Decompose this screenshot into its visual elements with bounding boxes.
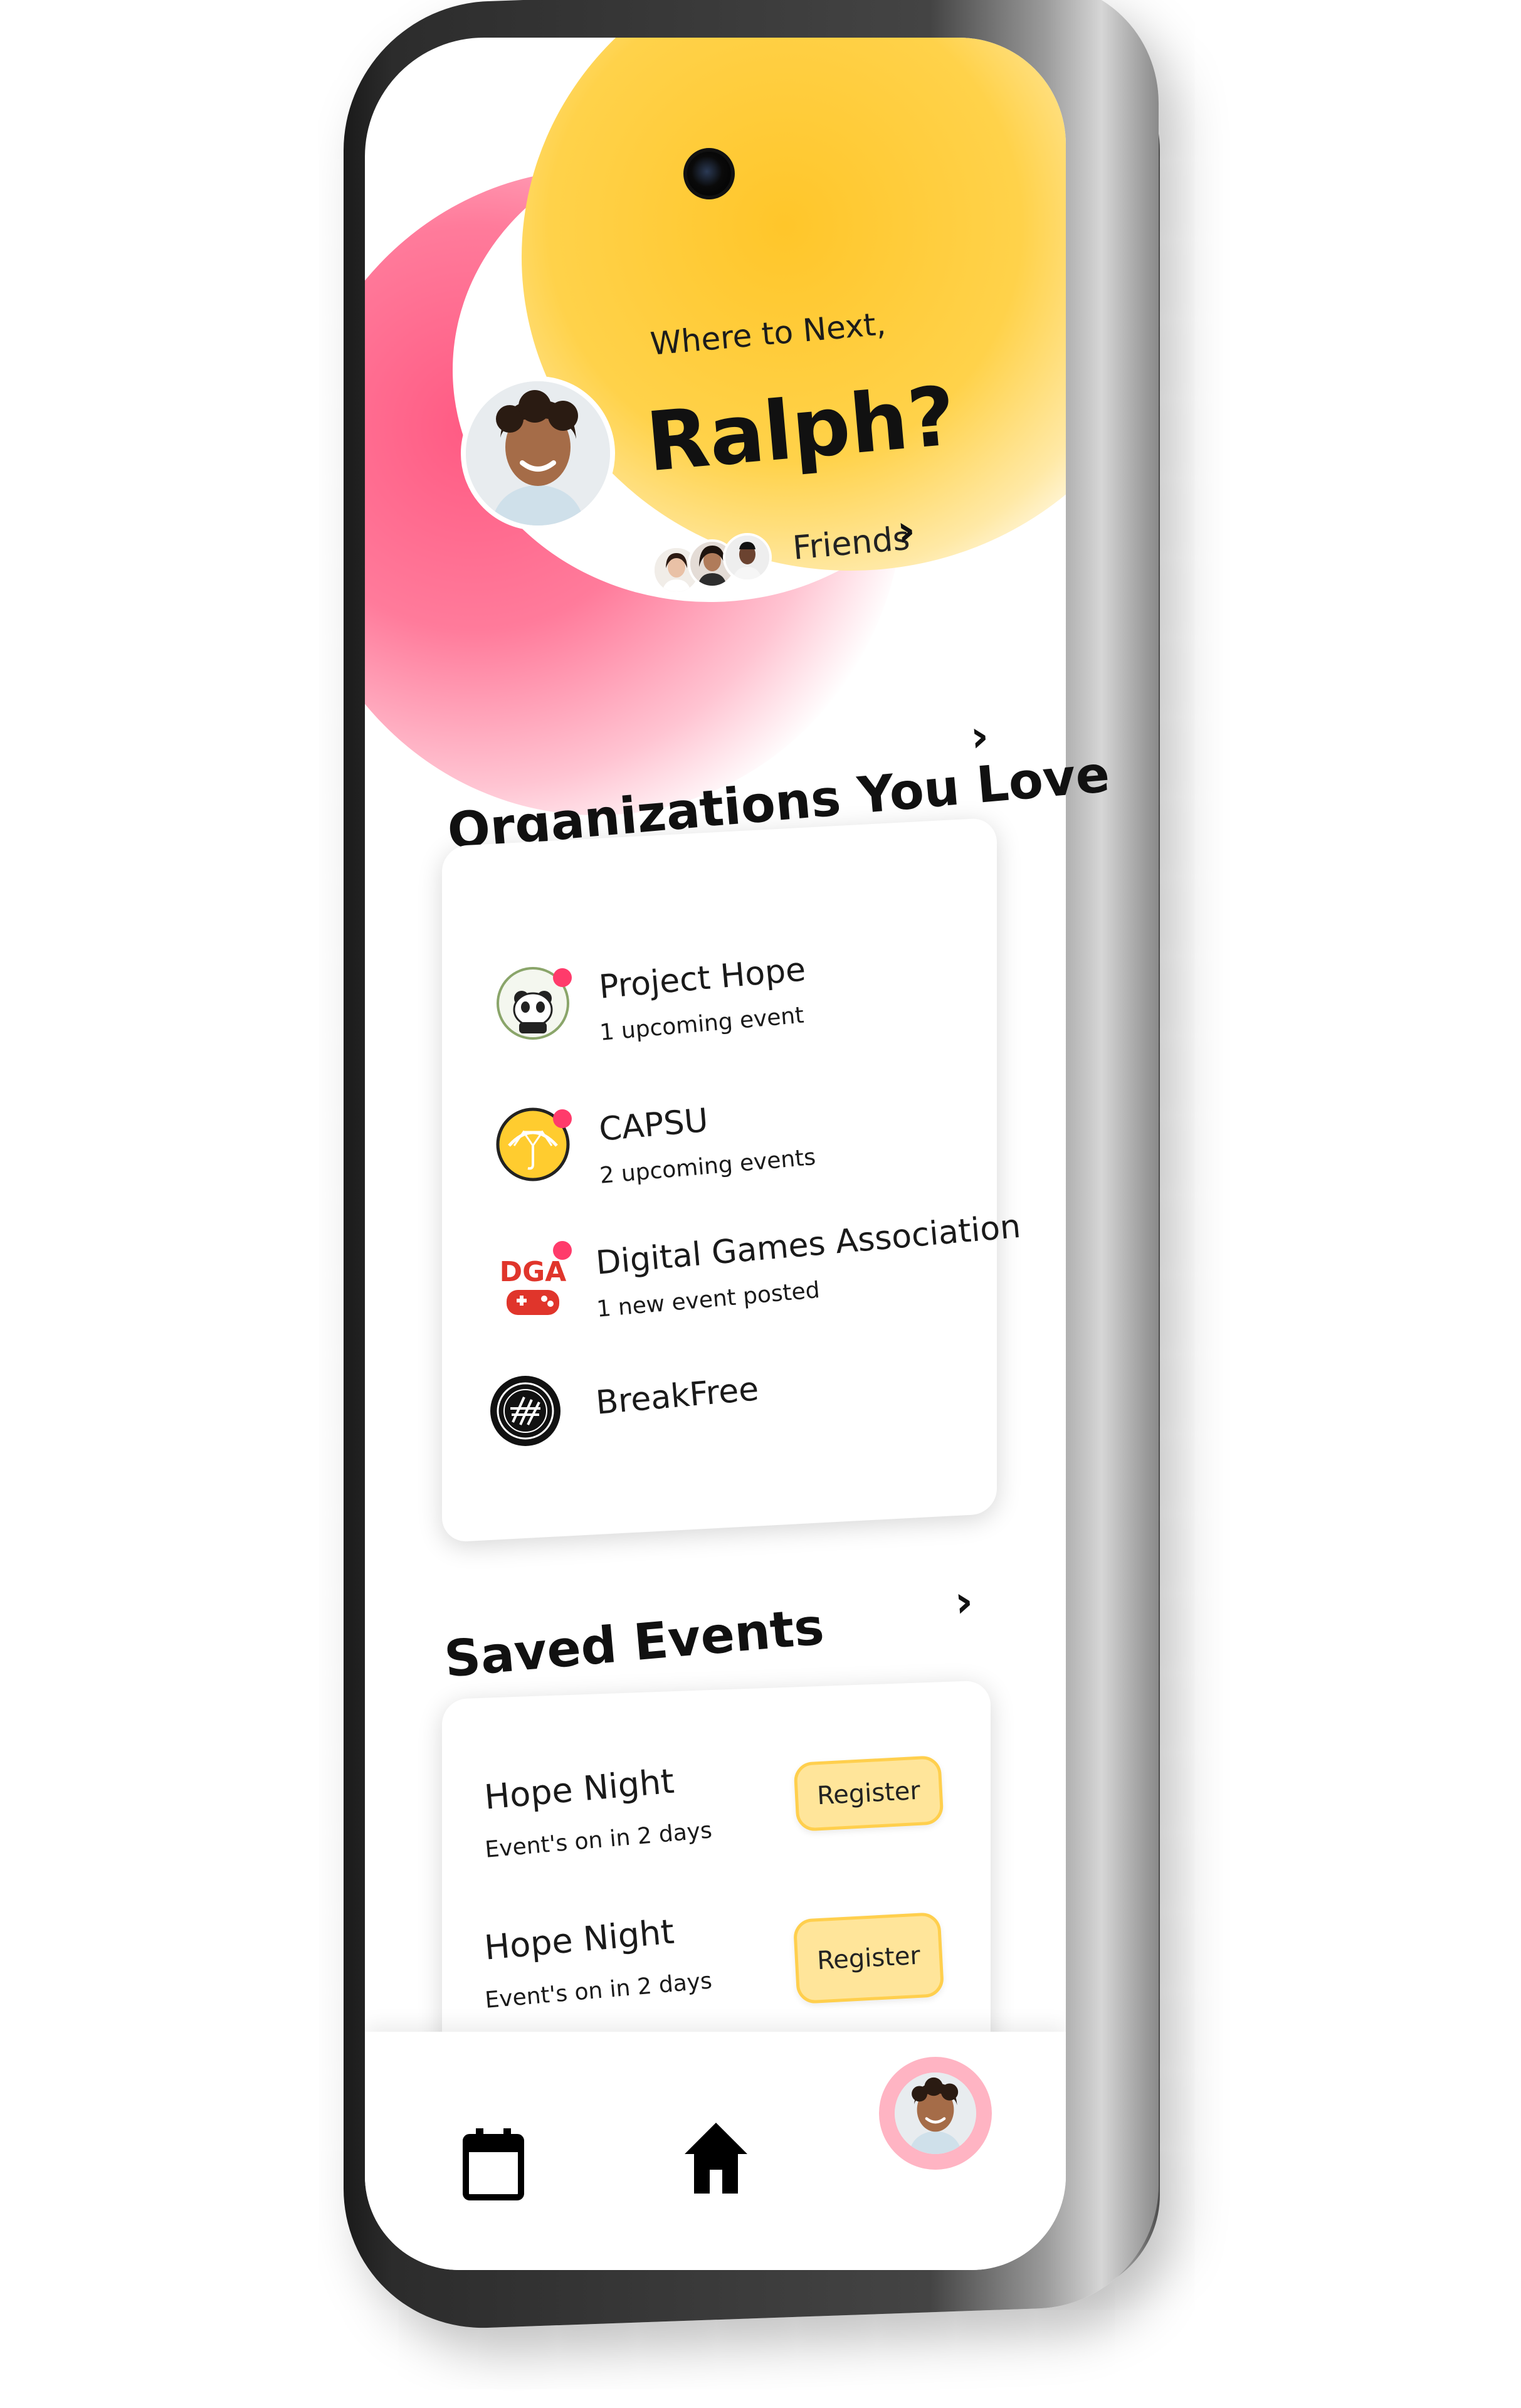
avatar[interactable] bbox=[461, 376, 615, 531]
notification-dot bbox=[553, 968, 572, 987]
organizations-chevron-icon[interactable]: › bbox=[968, 710, 991, 763]
friends-chevron-icon[interactable]: › bbox=[895, 504, 917, 557]
capsu-logo[interactable] bbox=[495, 1107, 572, 1182]
project-hope-logo[interactable] bbox=[495, 966, 572, 1041]
notification-dot bbox=[553, 1241, 572, 1260]
person-avatar-icon bbox=[466, 381, 610, 525]
saved-events-card bbox=[442, 1680, 991, 2088]
notification-dot bbox=[553, 1109, 572, 1128]
register-button[interactable]: Register bbox=[793, 1755, 944, 1832]
breakfree-logo[interactable] bbox=[488, 1373, 563, 1449]
friend-avatar[interactable] bbox=[723, 533, 772, 582]
svg-text:DGA: DGA bbox=[500, 1256, 567, 1288]
camera-icon bbox=[683, 148, 735, 199]
person-avatar-icon bbox=[725, 536, 769, 579]
saved-events-chevron-icon[interactable]: › bbox=[952, 1575, 975, 1628]
dga-logo[interactable]: DGA bbox=[495, 1241, 572, 1320]
register-button[interactable]: Register bbox=[792, 1911, 945, 2005]
breakfree-logo-icon bbox=[490, 1376, 561, 1446]
